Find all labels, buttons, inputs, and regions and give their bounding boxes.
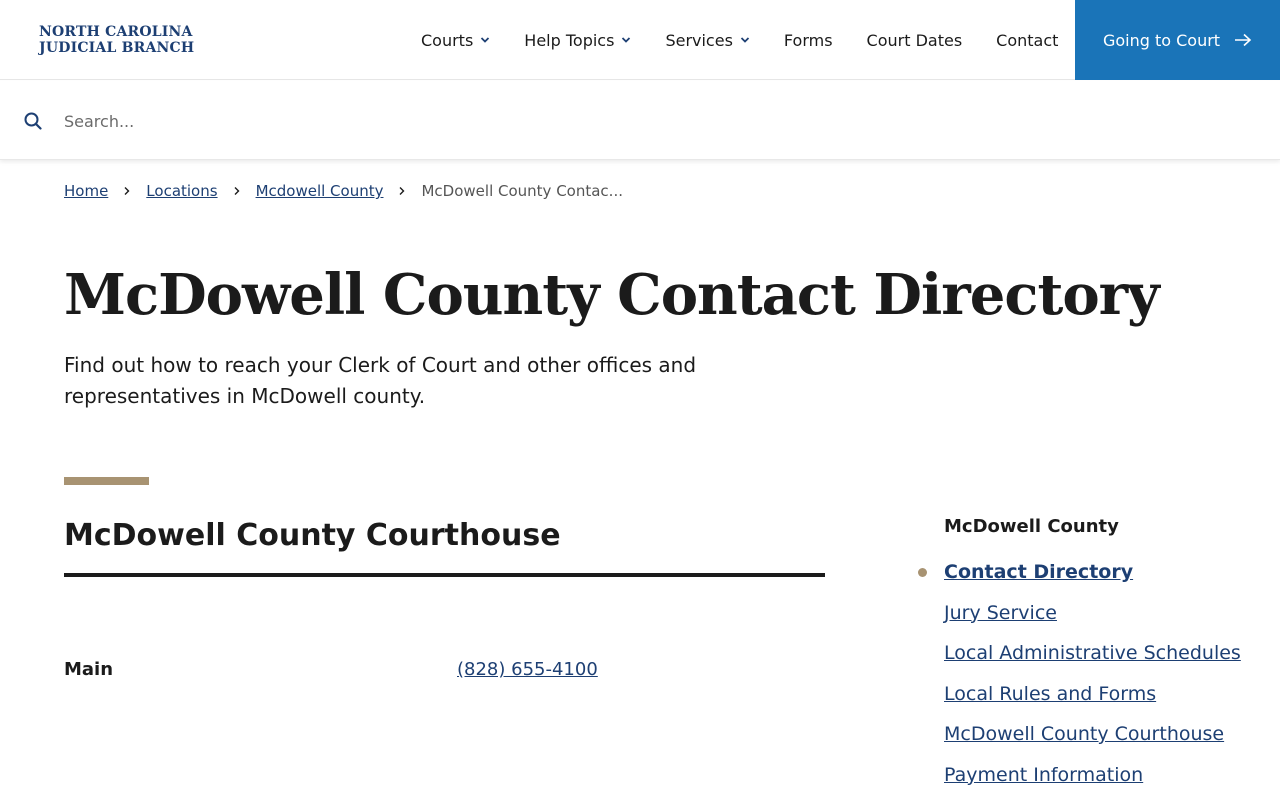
breadcrumb-locations[interactable]: Locations	[146, 182, 217, 200]
breadcrumb-home[interactable]: Home	[64, 182, 108, 200]
page-lead: Find out how to reach your Clerk of Cour…	[64, 353, 697, 408]
chevron-down-icon	[622, 37, 631, 43]
nav-item-help-topics[interactable]: Help Topics	[507, 31, 648, 50]
nav-item-label: Help Topics	[524, 30, 615, 50]
breadcrumb-mcdowell-county[interactable]: Mcdowell County	[256, 182, 384, 200]
page-title: McDowell County Contact Directory	[64, 262, 1160, 328]
nav-item-contact[interactable]: Contact	[979, 31, 1075, 50]
sidebar-link[interactable]: McDowell County Courthouse	[944, 723, 1224, 745]
nav-item-courts[interactable]: Courts	[404, 31, 507, 50]
logo-line-2: JUDICIAL BRANCH	[39, 40, 195, 56]
active-bullet-icon	[918, 568, 927, 577]
chevron-down-icon	[740, 37, 750, 43]
search-input[interactable]	[64, 107, 664, 135]
sidebar-item-contact-directory: Contact Directory	[918, 558, 1244, 587]
nav-item-forms[interactable]: Forms	[767, 31, 850, 50]
chevron-down-icon	[481, 37, 490, 43]
sidebar-item-local-admin-schedules: Local Administrative Schedules	[944, 639, 1244, 668]
going-to-court-button[interactable]: Going to Court	[1075, 0, 1280, 80]
contact-row-label: Main	[64, 659, 114, 680]
chevron-right-icon	[234, 187, 240, 195]
section-divider	[64, 573, 825, 577]
sidebar-link[interactable]: Payment Information	[944, 764, 1143, 786]
section-title: McDowell County Courthouse	[64, 518, 561, 553]
nav-item-label: Services	[665, 30, 733, 50]
nav-item-court-dates[interactable]: Court Dates	[850, 31, 980, 50]
sidebar-nav: Contact Directory Jury Service Local Adm…	[918, 558, 1244, 800]
arrow-right-icon	[1235, 33, 1252, 47]
sidebar-link[interactable]: Local Rules and Forms	[944, 683, 1156, 705]
contact-row-phone-link[interactable]: (828) 655-4100	[457, 659, 598, 680]
sidebar-link[interactable]: Jury Service	[944, 602, 1057, 624]
nav-item-services[interactable]: Services	[648, 31, 766, 50]
site-logo[interactable]: NORTH CAROLINA JUDICIAL BRANCH	[39, 24, 194, 56]
sidebar-item-jury-service: Jury Service	[944, 599, 1244, 628]
site-header: NORTH CAROLINA JUDICIAL BRANCH Courts He…	[0, 0, 1280, 80]
section-accent-bar	[64, 477, 149, 485]
nav-item-label: Contact	[996, 30, 1059, 50]
logo-line-1: NORTH CAROLINA	[39, 24, 193, 40]
breadcrumb-current: McDowell County Contac...	[421, 182, 623, 200]
sidebar-item-payment-information: Payment Information	[944, 761, 1244, 790]
search-bar	[0, 81, 1280, 160]
chevron-right-icon	[399, 187, 405, 195]
sidebar-link[interactable]: Contact Directory	[944, 561, 1133, 583]
chevron-right-icon	[124, 187, 130, 195]
sidebar-item-courthouse: McDowell County Courthouse	[944, 720, 1244, 749]
sidebar-link[interactable]: Local Administrative Schedules	[944, 642, 1241, 664]
sidebar-item-local-rules-forms: Local Rules and Forms	[944, 680, 1244, 709]
nav-item-label: Court Dates	[866, 30, 963, 50]
cta-label: Going to Court	[1102, 30, 1221, 50]
nav-item-label: Forms	[783, 30, 833, 50]
main-nav: Courts Help Topics Services Forms Court …	[404, 0, 1075, 80]
breadcrumb: Home Locations Mcdowell County McDowell …	[64, 182, 623, 200]
sidebar-title: McDowell County	[944, 516, 1119, 537]
search-icon[interactable]	[23, 111, 43, 131]
nav-item-label: Courts	[421, 30, 474, 50]
